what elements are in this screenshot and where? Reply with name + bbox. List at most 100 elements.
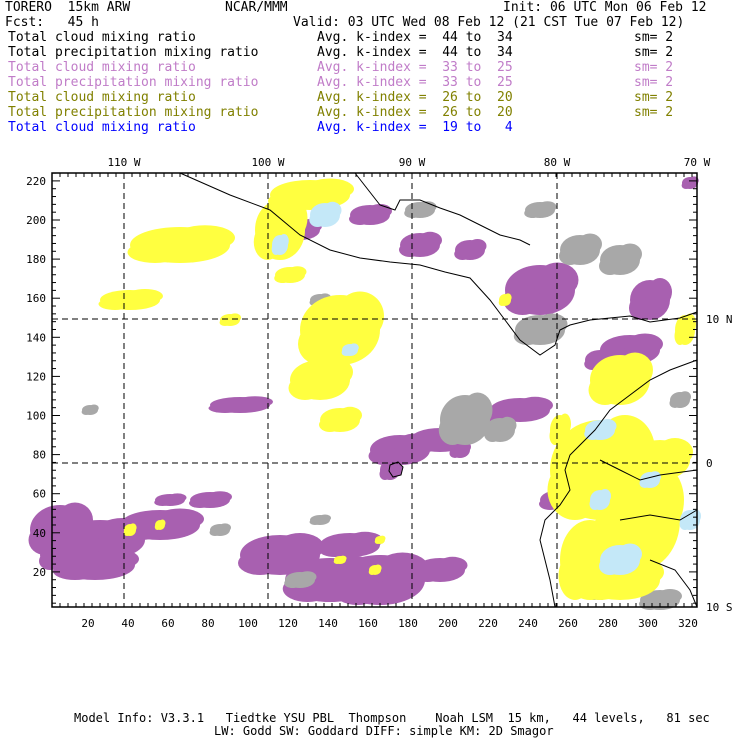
- yellow-cloud-area: [317, 358, 353, 386]
- longitude-label: 80 W: [544, 156, 571, 169]
- yellow-cloud-area: [559, 413, 571, 435]
- purple-cloud-area: [517, 396, 553, 414]
- x-tick-label: 240: [518, 617, 538, 630]
- gray-cloud-area: [209, 528, 221, 537]
- purple-cloud-area: [58, 538, 82, 560]
- lightblue-cloud-area: [341, 348, 351, 356]
- yellow-cloud-area: [657, 438, 693, 466]
- yellow-cloud-area: [379, 535, 386, 542]
- y-tick-label: 40: [33, 527, 46, 540]
- purple-cloud-area: [408, 437, 442, 452]
- x-tick-label: 300: [638, 617, 658, 630]
- x-tick-label: 20: [81, 617, 94, 630]
- yellow-cloud-area: [219, 318, 231, 326]
- purple-cloud-area: [449, 448, 461, 459]
- longitude-label: 70 W: [684, 156, 711, 169]
- x-tick-label: 280: [598, 617, 618, 630]
- longitude-label: 110 W: [107, 156, 140, 169]
- x-tick-label: 220: [478, 617, 498, 630]
- purple-cloud-area: [399, 242, 421, 257]
- y-tick-label: 80: [33, 449, 46, 462]
- purple-cloud-area: [437, 556, 468, 574]
- purple-cloud-area: [154, 498, 171, 506]
- purple-cloud-area: [332, 575, 383, 605]
- lightblue-cloud-area: [599, 557, 621, 575]
- yellow-cloud-area: [274, 273, 291, 284]
- purple-cloud-area: [276, 533, 324, 561]
- gray-cloud-area: [578, 233, 602, 255]
- galapagos-islands: [388, 461, 404, 478]
- map-plot: 20 40 60 80 100 120 140 160 180 200 220 240 260 280 30…: [26, 156, 733, 630]
- gray-cloud-area: [524, 208, 541, 218]
- gray-cloud-area: [319, 514, 331, 522]
- yellow-cloud-area: [338, 406, 362, 424]
- lightblue-cloud-area: [323, 201, 342, 219]
- gray-cloud-area: [599, 257, 621, 275]
- yellow-cloud-area: [98, 298, 132, 310]
- gray-cloud-area: [309, 519, 321, 525]
- yellow-cloud-area: [498, 298, 506, 306]
- yellow-cloud-area: [123, 528, 131, 537]
- lightblue-cloud-area: [618, 543, 642, 565]
- x-tick-label: 320: [678, 617, 698, 630]
- gray-cloud-area: [513, 327, 542, 345]
- yellow-cloud-area: [288, 266, 307, 278]
- y-tick-label: 140: [26, 331, 46, 344]
- y-tick-label: 200: [26, 214, 46, 227]
- yellow-cloud-area: [374, 564, 382, 572]
- longitude-label: 100 W: [251, 156, 284, 169]
- y-tick-label: 100: [26, 410, 46, 423]
- yellow-cloud-area: [175, 225, 235, 251]
- gray-cloud-area: [438, 415, 467, 445]
- gray-cloud-area: [484, 427, 501, 442]
- gray-cloud-area: [538, 201, 557, 213]
- yellow-cloud-area: [229, 313, 241, 322]
- purple-cloud-area: [208, 403, 242, 414]
- x-tick-label: 60: [161, 617, 174, 630]
- yellow-cloud-area: [319, 417, 341, 432]
- yellow-cloud-area: [159, 519, 166, 527]
- purple-cloud-area: [238, 551, 282, 575]
- purple-cloud-area: [468, 239, 487, 253]
- purple-cloud-area: [189, 498, 211, 509]
- purple-cloud-area: [418, 231, 442, 249]
- latitude-label: 10 N: [706, 313, 733, 326]
- gray-cloud-area: [219, 523, 231, 532]
- yellow-cloud-area: [504, 293, 512, 302]
- x-tick-label: 140: [318, 617, 338, 630]
- purple-cloud-area: [368, 204, 392, 218]
- y-tick-label: 180: [26, 253, 46, 266]
- x-tick-label: 260: [558, 617, 578, 630]
- x-tick-label: 100: [238, 617, 258, 630]
- gray-cloud-area: [298, 571, 317, 583]
- purple-cloud-area: [413, 567, 442, 582]
- footer-physics: LW: Godd SW: Goddard DIFF: simple KM: 2D…: [214, 724, 554, 738]
- purple-cloud-area: [318, 542, 352, 557]
- purple-cloud-area: [681, 181, 691, 189]
- gray-cloud-area: [498, 416, 517, 434]
- yellow-cloud-area: [127, 289, 163, 303]
- yellow-cloud-area: [288, 376, 322, 400]
- latitude-label: 10 S: [706, 601, 733, 614]
- purple-cloud-area: [454, 248, 471, 260]
- purple-cloud-area: [168, 493, 187, 502]
- gray-cloud-area: [658, 589, 682, 603]
- x-tick-label: 80: [201, 617, 214, 630]
- yellow-cloud-area: [127, 241, 183, 263]
- gray-cloud-area: [81, 409, 91, 415]
- gray-cloud-area: [618, 243, 642, 265]
- lightblue-cloud-area: [589, 498, 601, 510]
- lightblue-cloud-area: [599, 489, 611, 503]
- y-tick-label: 20: [33, 566, 46, 579]
- x-tick-label: 180: [398, 617, 418, 630]
- yellow-cloud-area: [339, 555, 347, 562]
- latitude-label: 0: [706, 457, 713, 470]
- yellow-cloud-area: [129, 523, 137, 532]
- gray-cloud-area: [679, 391, 691, 403]
- yellow-cloud-area: [578, 576, 622, 600]
- gray-cloud-area: [559, 247, 581, 265]
- yellow-cloud-area: [674, 327, 686, 345]
- purple-cloud-area: [349, 213, 371, 225]
- y-tick-label: 220: [26, 175, 46, 188]
- gray-cloud-area: [462, 392, 493, 428]
